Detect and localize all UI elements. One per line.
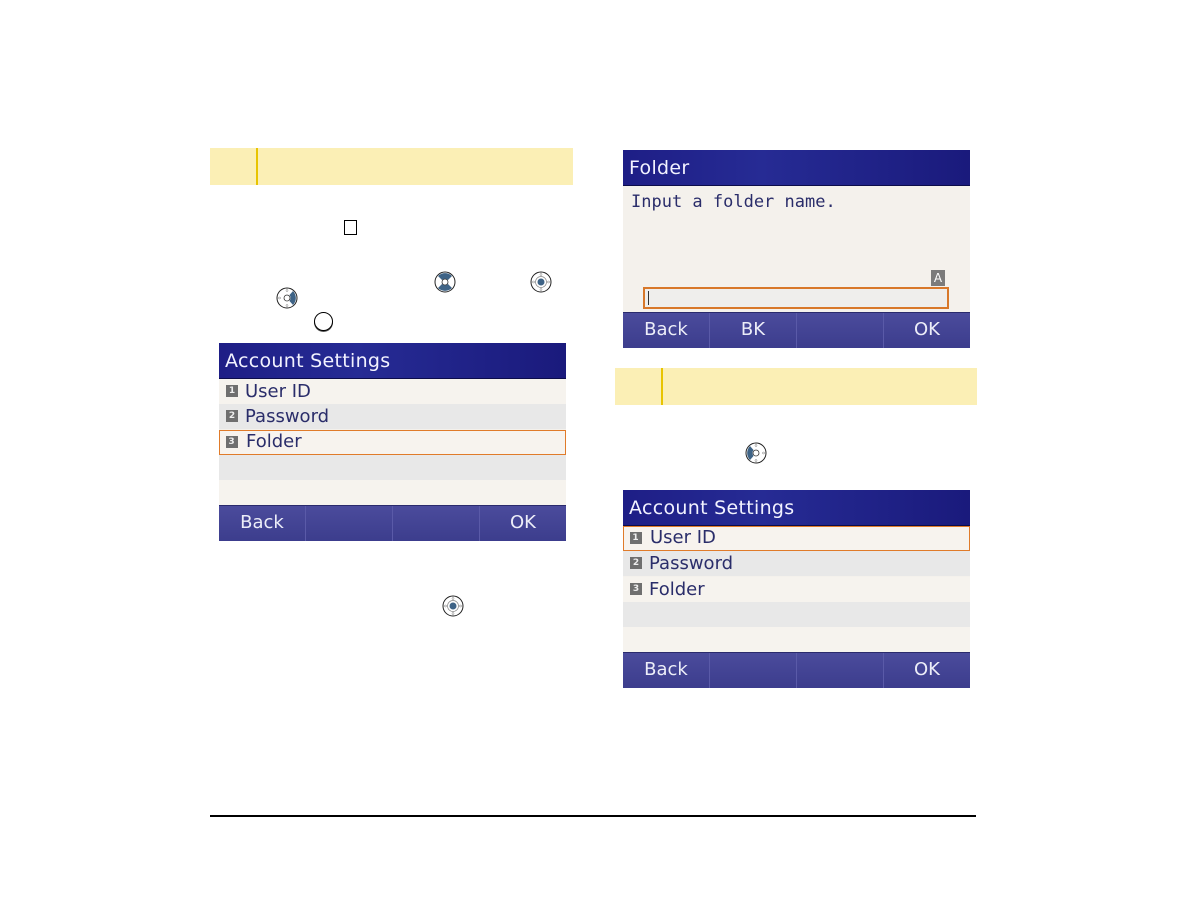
softkey-3[interactable] [797,313,884,348]
menu-item-password[interactable]: 2 Password [623,551,970,576]
softkey-3[interactable] [797,653,884,688]
softkey-2[interactable] [306,506,393,541]
softkey-bar: Back BK OK [623,312,970,348]
menu-item-label: Folder [246,431,302,452]
softkey-back[interactable]: Back [623,653,710,688]
square-key-icon [344,220,357,235]
softkey-ok[interactable]: OK [884,653,970,688]
softkey-ok[interactable]: OK [480,506,566,541]
menu-item-user-id[interactable]: 1 User ID [623,526,970,551]
screen-title: Folder [623,150,970,186]
step-header-right [615,368,977,405]
step-header-divider [661,368,663,405]
menu-item-folder[interactable]: 3 Folder [623,577,970,602]
navigation-enter-icon [442,595,464,617]
menu-item-label: Password [245,406,330,427]
menu-item-empty [219,480,566,505]
navigation-enter-icon [530,271,552,293]
softkey-bar: Back OK [219,505,566,541]
softkey-2[interactable] [710,653,797,688]
account-settings-screen-userid-selected: Account Settings 1 User ID 2 Password 3 … [623,490,970,688]
softkey-3[interactable] [393,506,480,541]
account-settings-screen-folder-selected: Account Settings 1 User ID 2 Password 3 … [219,343,566,541]
softkey-back[interactable]: Back [219,506,306,541]
navigation-updown-icon [434,271,456,293]
softkey-bk[interactable]: BK [710,313,797,348]
folder-input-screen: Folder Input a folder name. A Back BK OK [623,150,970,348]
menu-item-password[interactable]: 2 Password [219,404,566,429]
menu-item-empty [623,627,970,652]
menu-item-label: User ID [650,527,716,548]
circle-key-icon [314,312,333,331]
menu-item-label: Password [649,553,734,574]
screen-title: Account Settings [623,490,970,526]
menu-item-label: User ID [245,381,311,402]
input-mode-badge: A [931,270,945,286]
item-number-badge: 3 [225,435,238,448]
navigation-left-icon [745,442,767,464]
menu-item-user-id[interactable]: 1 User ID [219,379,566,404]
folder-name-input[interactable] [643,287,949,309]
input-prompt: Input a folder name. [631,192,836,212]
menu-item-empty [219,455,566,480]
softkey-bar: Back OK [623,652,970,688]
item-number-badge: 2 [630,557,642,569]
page-footer-rule [210,815,976,817]
item-number-badge: 3 [630,583,642,595]
text-caret [648,291,649,305]
step-header-left [210,148,573,185]
screen-title: Account Settings [219,343,566,379]
navigation-right-icon [276,287,298,309]
item-number-badge: 1 [226,385,238,397]
item-number-badge: 2 [226,410,238,422]
menu-item-folder[interactable]: 3 Folder [219,430,566,455]
menu-item-label: Folder [649,579,705,600]
softkey-back[interactable]: Back [623,313,710,348]
item-number-badge: 1 [629,531,642,544]
menu-item-empty [623,602,970,627]
softkey-ok[interactable]: OK [884,313,970,348]
step-header-divider [256,148,258,185]
